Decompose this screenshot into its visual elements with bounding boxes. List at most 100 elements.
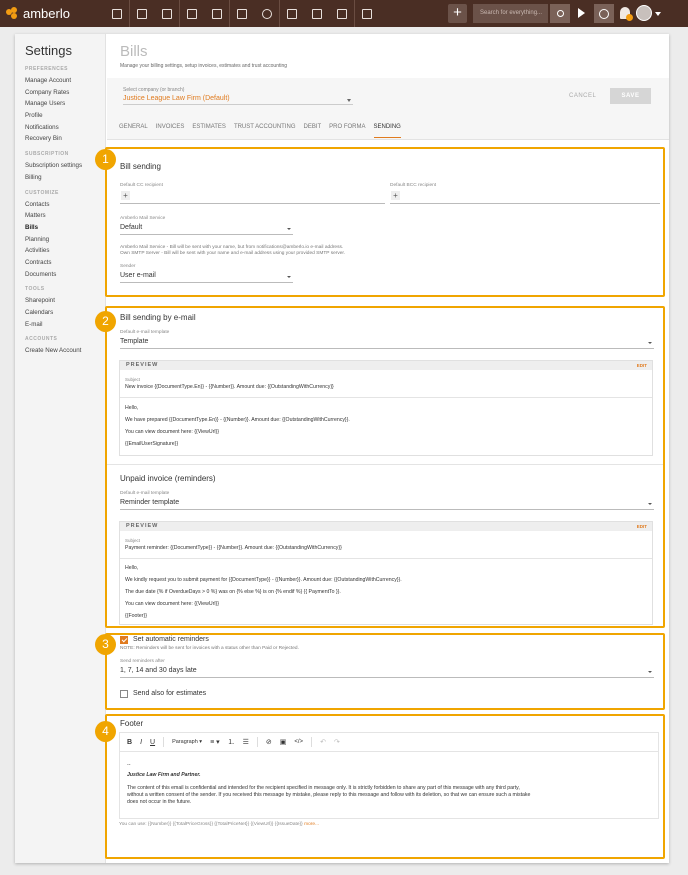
sidebar-item-contracts[interactable]: Contracts (25, 257, 105, 269)
section-title: Footer (120, 719, 144, 728)
email-template-underline (120, 348, 654, 349)
italic-button[interactable]: I (140, 739, 142, 746)
search-input[interactable]: Search for everything... (473, 4, 548, 23)
link-icon[interactable]: ⊘ (266, 738, 272, 746)
chevron-down-icon[interactable] (655, 12, 661, 16)
calendar-icon[interactable] (229, 0, 254, 27)
sidebar-item-notifications[interactable]: Notifications (25, 122, 105, 134)
sidebar-item-email[interactable]: E-mail (25, 319, 105, 331)
sidebar-item-calendars[interactable]: Calendars (25, 307, 105, 319)
reports-icon[interactable] (354, 0, 379, 27)
bold-button[interactable]: B (127, 739, 132, 746)
unordered-list-icon[interactable]: ☰ (243, 738, 249, 746)
undo-icon[interactable]: ↶ (320, 738, 326, 746)
edit-reminder-button[interactable]: EDIT (637, 522, 647, 531)
send-reminders-after-select[interactable]: 1, 7, 14 and 30 days late (120, 667, 197, 674)
sidebar-item-company-rates[interactable]: Company Rates (25, 87, 105, 99)
bcc-recipient-label: Default BCC recipient (390, 183, 437, 188)
contacts-icon[interactable] (129, 0, 154, 27)
footer-line: -- (127, 762, 131, 768)
code-icon[interactable]: </> (294, 739, 303, 745)
mail-icon[interactable] (329, 0, 354, 27)
sidebar-item-matters[interactable]: Matters (25, 210, 105, 222)
sidebar-item-bills[interactable]: Bills (25, 222, 105, 234)
bcc-field-underline (390, 203, 660, 204)
brand-logo[interactable]: amberlo (6, 6, 96, 21)
divider (107, 464, 663, 465)
stopwatch-icon[interactable] (594, 4, 614, 23)
toolbar-divider (163, 737, 165, 747)
chevron-down-icon[interactable] (648, 342, 652, 344)
chevron-down-icon[interactable] (287, 276, 291, 278)
section-title: Bill sending by e-mail (120, 313, 196, 322)
chevron-down-icon[interactable] (347, 99, 351, 102)
sidebar-item-sharepoint[interactable]: Sharepoint (25, 295, 105, 307)
unpaid-invoice-title: Unpaid invoice (reminders) (120, 474, 216, 483)
company-select[interactable]: Justice League Law Firm (Default) (123, 95, 353, 105)
reminder-template-label: Default e-mail template (120, 491, 170, 496)
sidebar-title: Settings (25, 43, 72, 58)
avatar[interactable] (636, 5, 652, 21)
sidebar-item-manage-users[interactable]: Manage Users (25, 98, 105, 110)
sidebar-item-recovery-bin[interactable]: Recovery Bin (25, 133, 105, 145)
footer-editor[interactable]: -- Justice Law Firm and Partner. The con… (119, 751, 659, 819)
sidebar-item-subscription-settings[interactable]: Subscription settings (25, 160, 105, 172)
sidebar-item-manage-account[interactable]: Manage Account (25, 75, 105, 87)
tab-general[interactable]: GENERAL (119, 124, 148, 138)
quick-add-button[interactable]: + (448, 4, 467, 23)
send-for-estimates-checkbox[interactable] (120, 690, 128, 698)
ordered-list-icon[interactable]: ⒈ (228, 737, 235, 747)
sender-select[interactable]: User e-mail (120, 272, 156, 279)
folder-icon[interactable] (279, 0, 304, 27)
tab-pro-forma[interactable]: PRO FORMA (329, 124, 365, 138)
tab-trust-accounting[interactable]: TRUST ACCOUNTING (234, 124, 296, 138)
align-select[interactable]: ≡ ▾ (210, 738, 220, 746)
tab-invoices[interactable]: INVOICES (156, 124, 185, 138)
reminders-note: NOTE: Reminders will be sent for invoice… (120, 646, 299, 651)
dashboard-icon[interactable] (104, 0, 129, 27)
sidebar-section-customize: CUSTOMIZE (25, 189, 59, 196)
billing-icon[interactable] (204, 0, 229, 27)
underline-button[interactable]: U (150, 739, 155, 746)
divider (120, 397, 652, 398)
sidebar-item-billing[interactable]: Billing (25, 172, 105, 184)
time-icon[interactable] (254, 0, 279, 27)
save-button[interactable]: SAVE (610, 88, 651, 104)
subject-label: Subject (125, 377, 141, 382)
cc-recipient-label: Default CC recipient (120, 183, 163, 188)
sidebar-item-contacts[interactable]: Contacts (25, 199, 105, 211)
sidebar-item-activities[interactable]: Activities (25, 245, 105, 257)
cc-field-underline (120, 203, 385, 204)
add-bcc-recipient-button[interactable]: + (391, 191, 400, 200)
matters-icon[interactable] (154, 0, 179, 27)
sidebar-item-create-new-account[interactable]: Create New Account (25, 345, 105, 357)
sidebar-section-tools: TOOLS (25, 286, 45, 293)
send-for-estimates-label: Send also for estimates (133, 690, 207, 697)
templates-icon[interactable] (304, 0, 329, 27)
reminder-template-select[interactable]: Reminder template (120, 499, 179, 506)
tab-sending[interactable]: SENDING (373, 124, 401, 138)
documents-icon[interactable] (179, 0, 204, 27)
logo-mark-icon (6, 6, 20, 21)
search-icon[interactable] (550, 4, 570, 23)
email-template-select[interactable]: Template (120, 338, 148, 345)
redo-icon[interactable]: ↷ (334, 738, 340, 746)
bill-sending-section: Bill sending Default CC recipient + Defa… (105, 147, 665, 297)
play-timer-icon[interactable] (578, 8, 585, 18)
more-variables-link[interactable]: more... (304, 822, 319, 827)
chevron-down-icon[interactable] (287, 228, 291, 230)
cancel-button[interactable]: CANCEL (569, 93, 596, 99)
auto-reminders-checkbox[interactable] (120, 636, 128, 644)
chevron-down-icon[interactable] (648, 671, 652, 673)
add-cc-recipient-button[interactable]: + (121, 191, 130, 200)
sidebar-item-profile[interactable]: Profile (25, 110, 105, 122)
sidebar-item-planning[interactable]: Planning (25, 234, 105, 246)
paragraph-format-select[interactable]: Paragraph ▾ (172, 739, 202, 745)
image-icon[interactable]: ▣ (280, 738, 287, 746)
sidebar-item-documents[interactable]: Documents (25, 269, 105, 281)
tab-debit[interactable]: DEBIT (304, 124, 322, 138)
edit-template-button[interactable]: EDIT (637, 361, 647, 370)
mail-service-select[interactable]: Default (120, 224, 142, 231)
chevron-down-icon[interactable] (648, 503, 652, 505)
tab-estimates[interactable]: ESTIMATES (192, 124, 226, 138)
